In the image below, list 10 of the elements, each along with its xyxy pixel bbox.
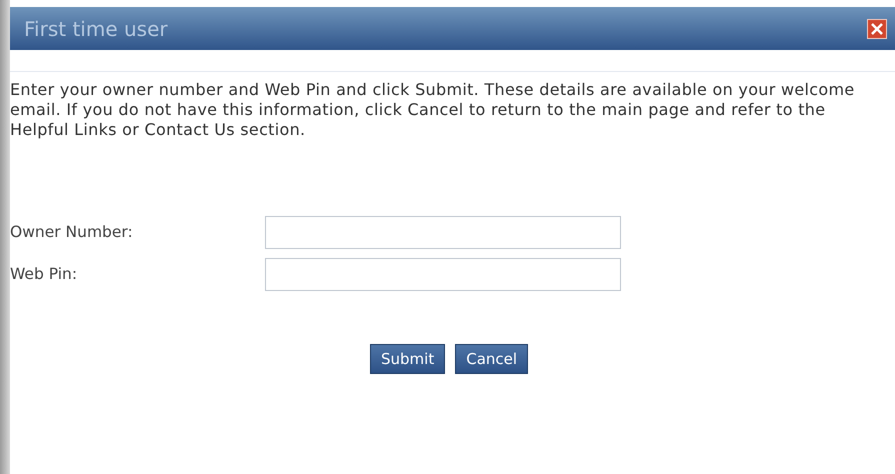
field-label: Web Pin: — [10, 264, 78, 285]
input-field[interactable] — [265, 258, 621, 291]
window-title: First time user — [24, 16, 168, 42]
instructions-text: Enter your owner number and Web Pin and click Submit. These details are available on your welcome email. If you do not have this information, click Cancel to return to the main page and refer to the Helpful Links or Contact Us section. — [10, 80, 856, 140]
close-icon — [870, 22, 884, 36]
input-field[interactable] — [265, 216, 621, 249]
dialog-button[interactable]: Submit — [370, 344, 446, 374]
field-label: Owner Number: — [10, 222, 134, 243]
dialog-button[interactable]: Cancel — [455, 344, 528, 374]
close-button[interactable] — [867, 18, 887, 38]
